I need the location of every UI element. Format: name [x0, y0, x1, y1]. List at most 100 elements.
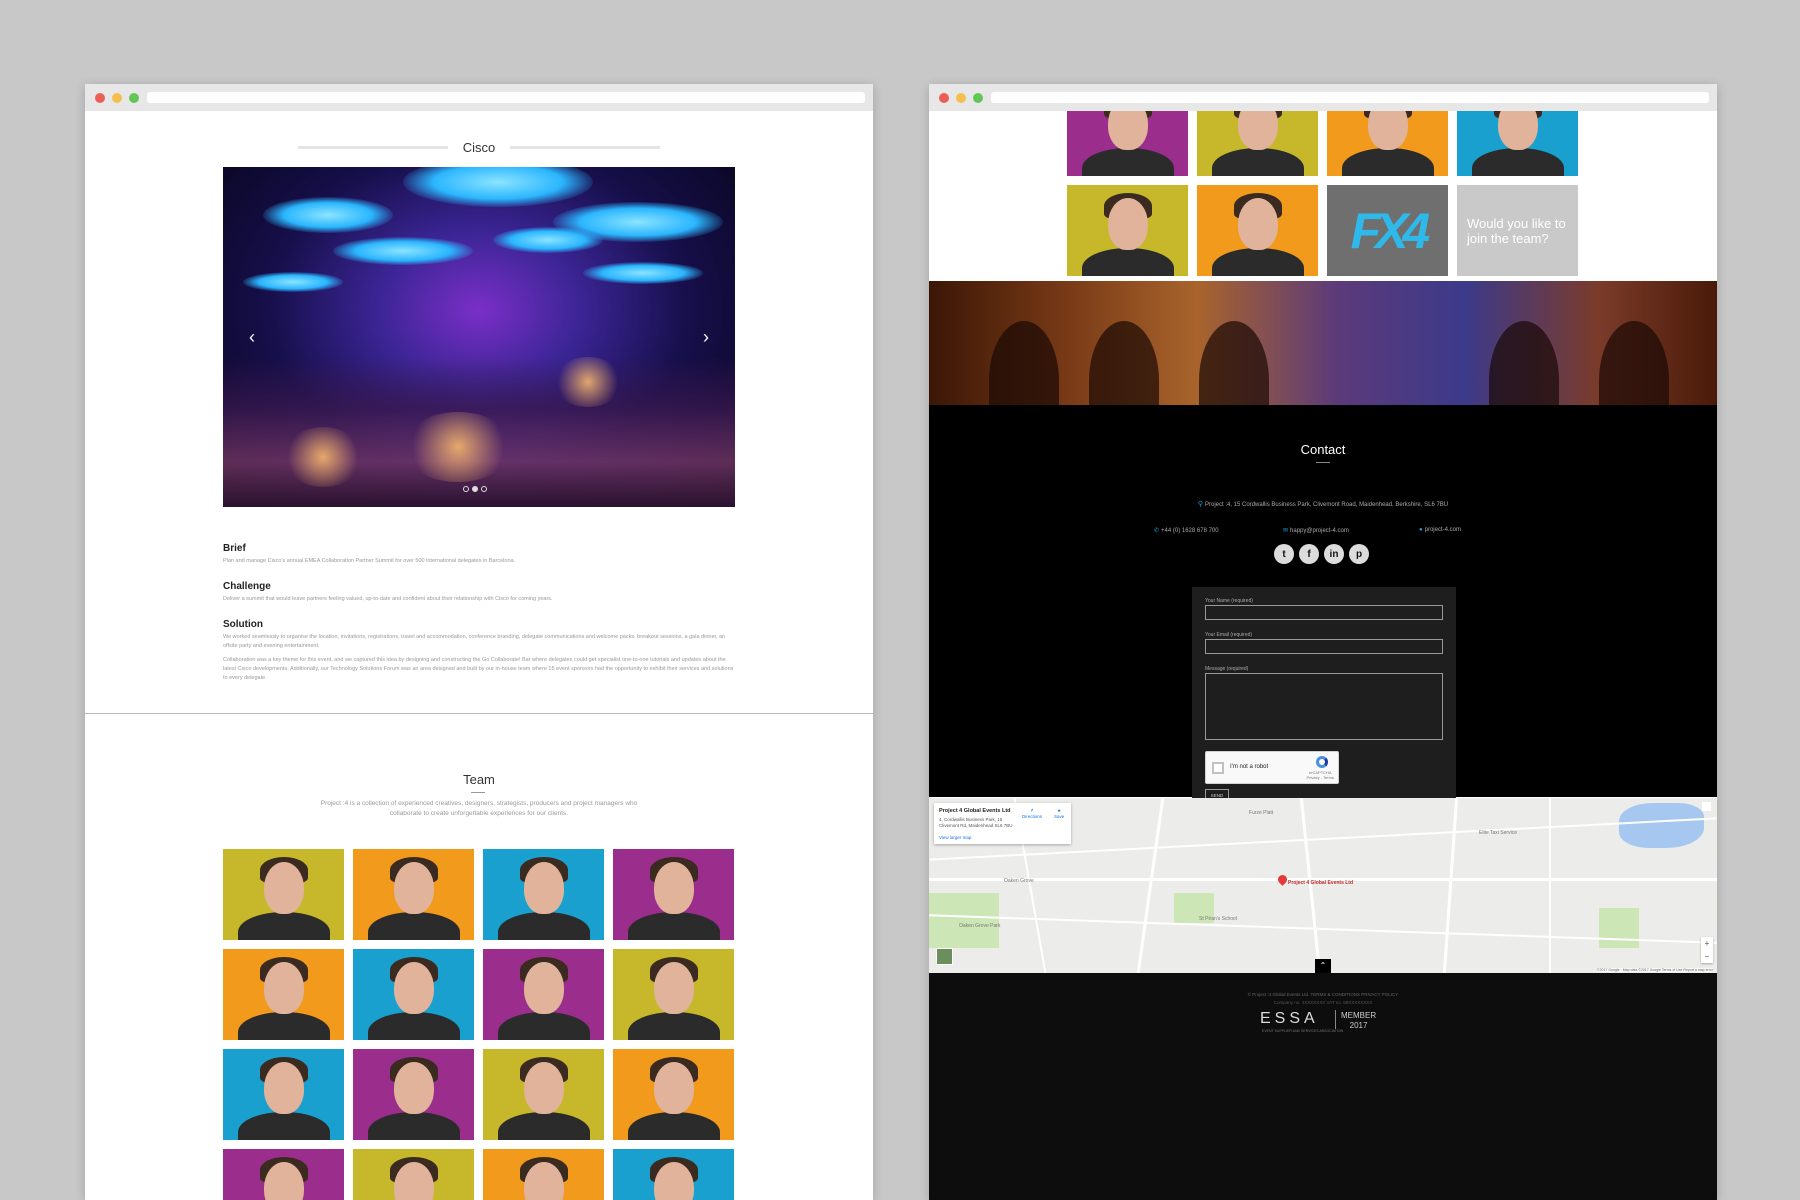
team-member-tile[interactable] — [1457, 111, 1578, 176]
arch — [1089, 321, 1159, 405]
portrait-shoulders — [497, 1112, 590, 1140]
portrait-shoulders — [367, 1112, 460, 1140]
map-save-button[interactable]: ★ Save — [1054, 808, 1064, 819]
logo-separator — [1335, 1010, 1336, 1029]
slider-dot[interactable] — [472, 486, 478, 492]
map-type-toggle[interactable] — [936, 948, 953, 965]
arch — [1599, 321, 1669, 405]
message-field[interactable] — [1205, 673, 1443, 740]
team-intro: Project :4 is a collection of experience… — [320, 800, 638, 817]
join-team-tile[interactable]: Would you like to join the team? — [1457, 185, 1578, 276]
team-member-tile[interactable] — [353, 1149, 474, 1200]
team-member-tile[interactable] — [483, 1049, 604, 1140]
portrait-face — [393, 862, 434, 914]
portrait-face — [263, 862, 304, 914]
email-field[interactable] — [1205, 639, 1443, 654]
portrait-face — [523, 962, 564, 1014]
team-member-tile[interactable] — [613, 1049, 734, 1140]
portrait-face — [1107, 198, 1148, 250]
facebook-icon[interactable]: f — [1299, 544, 1319, 564]
map-place-address: 4, Cordwallis Business Park, 15 Clivemon… — [939, 817, 1013, 828]
map-place-card: Project 4 Global Events Ltd 4, Cordwalli… — [934, 803, 1071, 844]
contact-email[interactable]: ✉ happy@project-4.com — [1283, 527, 1349, 534]
browser-window-left: Cisco ‹ › Brief Plan and manage Cisco's … — [85, 84, 873, 1200]
team-member-tile[interactable] — [1067, 185, 1188, 276]
team-member-tile[interactable] — [613, 1149, 734, 1200]
team-member-tile[interactable] — [1197, 185, 1318, 276]
team-member-tile[interactable] — [353, 849, 474, 940]
recaptcha-links[interactable]: Privacy - Terms — [1307, 775, 1334, 780]
case-study-title: Cisco — [85, 139, 873, 157]
contact-section: Contact ⚲ Project :4, 15 Cordwallis Busin… — [929, 405, 1717, 819]
portrait-face — [653, 1062, 694, 1114]
pinterest-icon[interactable]: p — [1349, 544, 1369, 564]
linkedin-icon[interactable]: in — [1324, 544, 1344, 564]
view-larger-map-link[interactable]: View larger map — [939, 835, 971, 840]
portrait-face — [1107, 111, 1148, 150]
slider-dot[interactable] — [481, 486, 487, 492]
team-grid — [223, 849, 735, 1200]
address-bar[interactable] — [991, 92, 1709, 103]
brief-text: Plan and manage Cisco's annual EMEA Coll… — [223, 558, 516, 564]
team-member-tile[interactable] — [483, 849, 604, 940]
social-links: t f in p — [1274, 544, 1374, 564]
name-field[interactable] — [1205, 605, 1443, 620]
minimize-window-button[interactable] — [956, 93, 966, 103]
back-to-top-icon[interactable]: ⌃ — [1315, 959, 1331, 973]
arch — [989, 321, 1059, 405]
solution-heading: Solution — [223, 619, 263, 630]
team-heading-rule — [471, 792, 485, 793]
map-label: Oaken Grove — [1004, 878, 1034, 884]
portrait-shoulders — [237, 1012, 330, 1040]
map-attribution: ©2017 Google · Map data ©2017 Google Ter… — [1597, 968, 1713, 972]
contact-website[interactable]: ● project-4.com — [1419, 527, 1461, 533]
team-member-tile[interactable] — [223, 949, 344, 1040]
contact-website-text: project-4.com — [1424, 527, 1461, 533]
slider-next-icon[interactable]: › — [703, 327, 709, 348]
team-member-tile[interactable] — [223, 1049, 344, 1140]
contact-heading: Contact — [1300, 442, 1346, 457]
team-member-tile[interactable] — [353, 949, 474, 1040]
maximize-window-button[interactable] — [973, 93, 983, 103]
team-member-tile[interactable] — [483, 1149, 604, 1200]
page-viewport-right: FX4 Would you like to join the team? Con… — [929, 111, 1717, 1200]
portrait-face — [523, 862, 564, 914]
contact-phone[interactable]: ✆ +44 (0) 1628 678 700 — [1154, 527, 1219, 534]
challenge-text: Deliver a summit that would leave partne… — [223, 596, 553, 602]
team-member-tile[interactable] — [1327, 111, 1448, 176]
fx4-logo-tile[interactable]: FX4 — [1327, 185, 1448, 276]
team-member-tile[interactable] — [613, 949, 734, 1040]
portrait-shoulders — [1081, 248, 1174, 276]
twitter-icon[interactable]: t — [1274, 544, 1294, 564]
team-member-tile[interactable] — [483, 949, 604, 1040]
recaptcha-label: I'm not a robot — [1230, 764, 1269, 770]
close-window-button[interactable] — [939, 93, 949, 103]
team-member-tile[interactable] — [613, 849, 734, 940]
minimize-window-button[interactable] — [112, 93, 122, 103]
email-label: Your Email (required) — [1205, 632, 1253, 638]
map-marker-label: Project 4 Global Events Ltd — [1288, 880, 1354, 886]
event-photo-slider[interactable]: ‹ › — [223, 167, 735, 507]
map-place-name: Project 4 Global Events Ltd — [939, 808, 1011, 814]
address-bar[interactable] — [147, 92, 865, 103]
maximize-window-button[interactable] — [129, 93, 139, 103]
portrait-face — [653, 962, 694, 1014]
team-member-tile[interactable] — [1067, 111, 1188, 176]
map-marker-icon[interactable] — [1276, 873, 1289, 886]
team-member-tile[interactable] — [353, 1049, 474, 1140]
zoom-in-button[interactable]: + — [1701, 937, 1713, 950]
recaptcha-checkbox[interactable] — [1212, 762, 1224, 774]
team-member-tile[interactable] — [223, 849, 344, 940]
slider-prev-icon[interactable]: ‹ — [249, 327, 255, 348]
close-window-button[interactable] — [95, 93, 105, 103]
portrait-face — [523, 1062, 564, 1114]
map-directions-button[interactable]: ↱ Directions — [1022, 808, 1042, 819]
contact-address: ⚲ Project :4, 15 Cordwallis Business Park… — [929, 500, 1717, 508]
google-map[interactable]: St Piran's School Oaken Grove Park Oaken… — [929, 798, 1717, 973]
zoom-out-button[interactable]: − — [1701, 950, 1713, 963]
slider-dot[interactable] — [463, 486, 469, 492]
street-view-pegman-icon[interactable] — [1702, 802, 1711, 811]
recaptcha-brand: reCAPTCHA Privacy - Terms — [1307, 770, 1334, 780]
team-member-tile[interactable] — [223, 1149, 344, 1200]
team-member-tile[interactable] — [1197, 111, 1318, 176]
